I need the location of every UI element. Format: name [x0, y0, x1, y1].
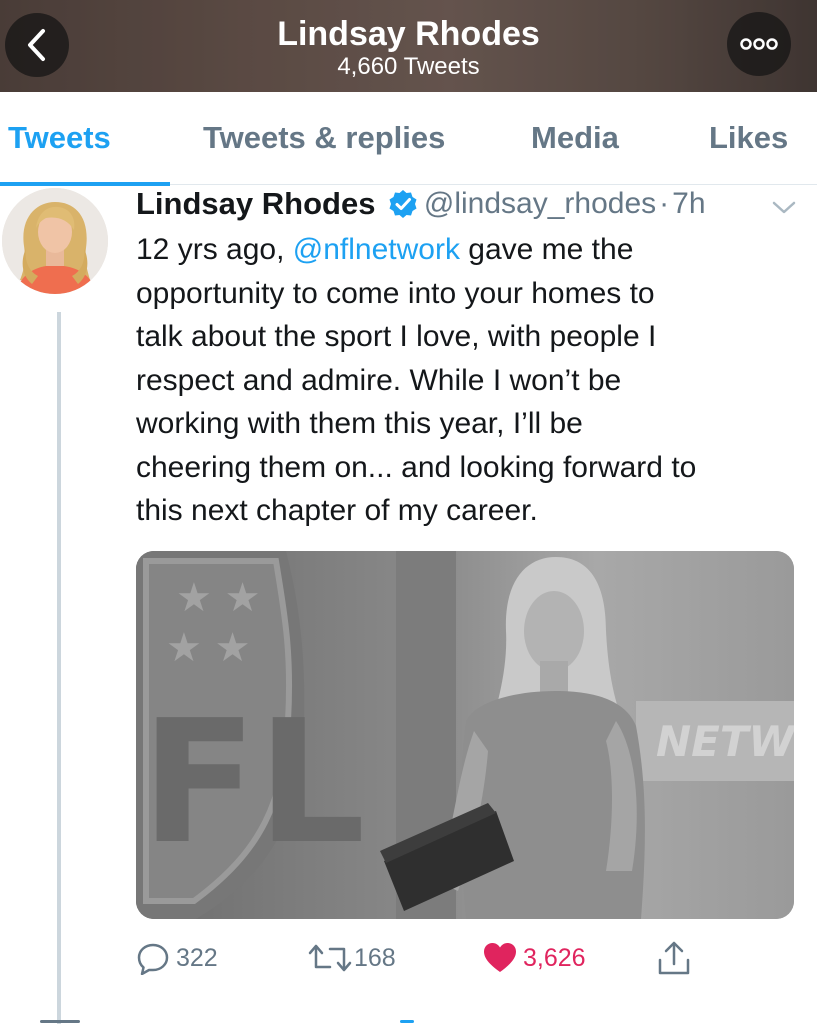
thread-line [57, 312, 61, 1024]
svg-text:★ ★: ★ ★ [176, 575, 260, 621]
svg-text:★ ★: ★ ★ [166, 625, 250, 671]
retweet-count: 168 [354, 943, 396, 972]
tab-likes[interactable]: Likes [709, 92, 788, 184]
profile-header: Lindsay Rhodes 4,660 Tweets [0, 0, 817, 92]
tweet-photo[interactable]: ★ ★ ★ ★ FL NETW [136, 551, 794, 919]
author-name[interactable]: Lindsay Rhodes [136, 186, 375, 221]
avatar[interactable] [2, 188, 108, 294]
tweet-text-line: cheering them on... and looking forward … [136, 450, 697, 484]
share-action[interactable] [656, 938, 692, 978]
tweet-text-line: 12 yrs ago, @nflnetwork gave me the [136, 233, 634, 266]
nfl-logo-letters: FL [141, 684, 365, 882]
more-options-icon [740, 38, 778, 50]
reply-action[interactable]: 322 [136, 938, 218, 978]
like-action[interactable]: 3,626 [483, 938, 586, 978]
tweet-text-line: working with them this year, I’ll be [136, 407, 583, 440]
retweet-action[interactable]: 168 [308, 938, 396, 978]
reply-count: 322 [176, 943, 218, 972]
tab-media[interactable]: Media [531, 92, 619, 184]
tweet-text-line: opportunity to come into your homes to [136, 276, 655, 310]
author-handle[interactable]: @lindsay_rhodes [424, 187, 656, 220]
tweet-text-line: respect and admire. While I won’t be [136, 363, 622, 397]
share-icon [658, 941, 690, 975]
profile-tabs: Tweets Tweets & replies Media Likes [0, 92, 817, 185]
network-sign-text: NETW [656, 717, 794, 766]
more-button[interactable] [727, 12, 791, 76]
tweet-text-line: talk about the sport I love, with people… [136, 320, 657, 353]
tab-tweets-and-replies[interactable]: Tweets & replies [203, 92, 445, 184]
retweet-icon [308, 944, 352, 972]
tweet-header: Lindsay Rhodes @lindsay_rhodes · 7h [136, 184, 806, 224]
tab-tweets[interactable]: Tweets [8, 92, 111, 184]
separator-dot: · [659, 187, 670, 220]
tweet-count: 4,660 Tweets [337, 53, 480, 80]
heart-icon [484, 943, 516, 972]
next-tweet-peek [40, 1020, 414, 1023]
like-count: 3,626 [523, 943, 586, 972]
tweet-text: 12 yrs ago, @nflnetwork gave me the oppo… [136, 228, 806, 533]
tweet-text-line: this next chapter of my career. [136, 494, 538, 527]
profile-title: Lindsay Rhodes [277, 15, 540, 53]
reply-icon [137, 943, 169, 975]
verified-badge-icon [389, 190, 417, 218]
mention-link[interactable]: @nflnetwork [293, 233, 460, 266]
chevron-down-icon[interactable] [771, 200, 797, 216]
tweet-time[interactable]: 7h [672, 187, 705, 220]
